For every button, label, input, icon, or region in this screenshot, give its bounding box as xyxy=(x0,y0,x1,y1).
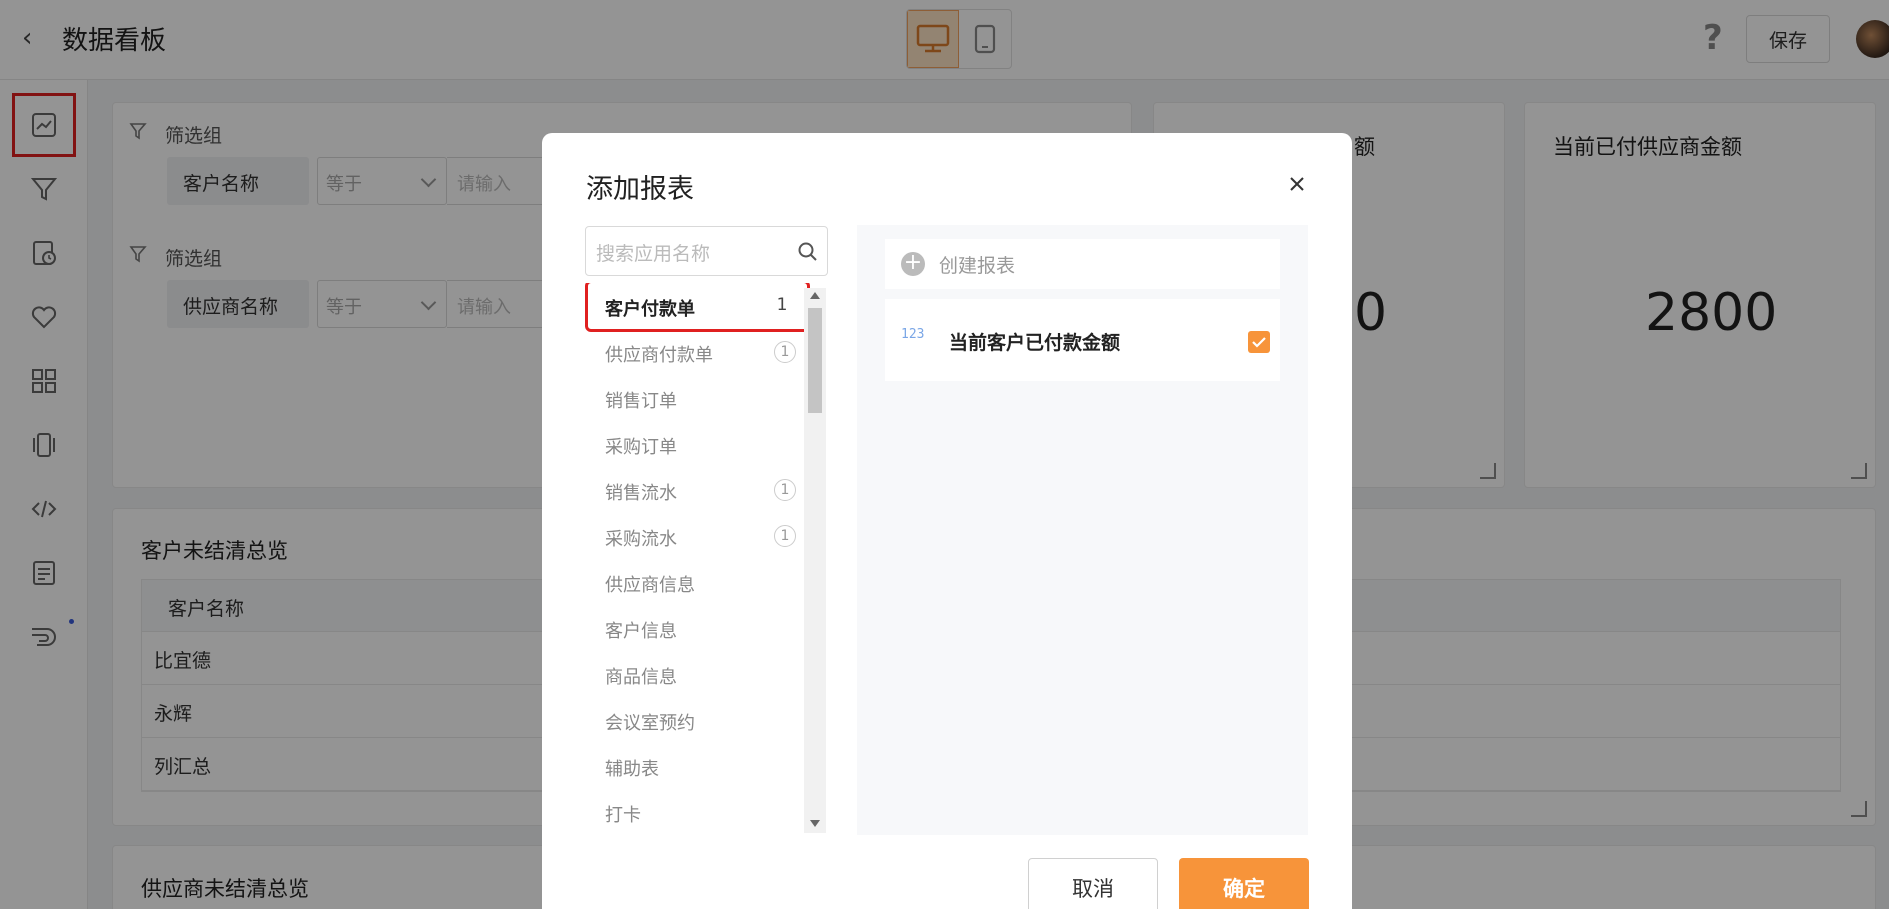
app-list-item[interactable]: 供应商信息 xyxy=(585,559,810,605)
report-checkbox[interactable] xyxy=(1248,331,1270,353)
dialog-title: 添加报表 xyxy=(586,174,694,205)
app-list-item[interactable]: 客户信息 xyxy=(585,605,810,651)
close-icon[interactable] xyxy=(1282,169,1312,199)
app-item-label: 客户信息 xyxy=(605,621,677,642)
app-list: 客户付款单 1 供应商付款单 1 销售订单 采购订单 销售流水 1 采购流水 1… xyxy=(585,283,810,833)
app-item-label: 供应商信息 xyxy=(605,575,695,596)
app-item-label: 销售流水 xyxy=(605,483,677,504)
app-item-label: 客户付款单 xyxy=(605,299,695,320)
scroll-up-arrow-icon[interactable] xyxy=(810,292,820,299)
app-item-label: 商品信息 xyxy=(605,667,677,688)
app-item-count: 1 xyxy=(776,295,788,315)
app-list-item[interactable]: 打卡 xyxy=(585,789,810,833)
app-item-label: 采购流水 xyxy=(605,529,677,550)
app-item-count: 1 xyxy=(774,479,796,501)
app-list-item[interactable]: 辅助表 xyxy=(585,743,810,789)
report-panel: + 创建报表 123 当前客户已付款金额 xyxy=(857,225,1308,835)
app-list-item[interactable]: 销售订单 xyxy=(585,375,810,421)
app-item-count: 1 xyxy=(774,341,796,363)
plus-icon: + xyxy=(901,252,925,276)
app-item-label: 采购订单 xyxy=(605,437,677,458)
app-item-label: 供应商付款单 xyxy=(605,345,713,366)
app-list-scrollbar[interactable] xyxy=(804,288,826,833)
confirm-button[interactable]: 确定 xyxy=(1179,858,1309,909)
app-list-item[interactable]: 采购订单 xyxy=(585,421,810,467)
app-item-label: 会议室预约 xyxy=(605,713,695,734)
create-report-label: 创建报表 xyxy=(939,255,1016,277)
app-list-item[interactable]: 会议室预约 xyxy=(585,697,810,743)
scroll-thumb[interactable] xyxy=(808,308,822,413)
app-list-item[interactable]: 供应商付款单 1 xyxy=(585,329,810,375)
report-item[interactable]: 123 当前客户已付款金额 xyxy=(885,299,1280,381)
scroll-down-arrow-icon[interactable] xyxy=(810,820,820,827)
report-name: 当前客户已付款金额 xyxy=(949,332,1121,354)
app-search-input[interactable]: 搜索应用名称 xyxy=(585,226,828,276)
search-icon[interactable] xyxy=(797,241,819,263)
cancel-button[interactable]: 取消 xyxy=(1028,858,1158,909)
number-chart-icon: 123 xyxy=(901,327,925,342)
create-report-button[interactable]: + 创建报表 xyxy=(885,239,1280,289)
app-list-item[interactable]: 客户付款单 1 xyxy=(585,283,810,332)
app-item-count: 1 xyxy=(774,525,796,547)
app-item-label: 打卡 xyxy=(605,805,641,826)
add-report-dialog: 添加报表 搜索应用名称 客户付款单 1 供应商付款单 1 销售订单 采购订单 销… xyxy=(542,133,1352,909)
app-list-item[interactable]: 销售流水 1 xyxy=(585,467,810,513)
app-item-label: 销售订单 xyxy=(605,391,677,412)
app-list-item[interactable]: 商品信息 xyxy=(585,651,810,697)
app-item-label: 辅助表 xyxy=(605,759,659,780)
app-list-item[interactable]: 采购流水 1 xyxy=(585,513,810,559)
